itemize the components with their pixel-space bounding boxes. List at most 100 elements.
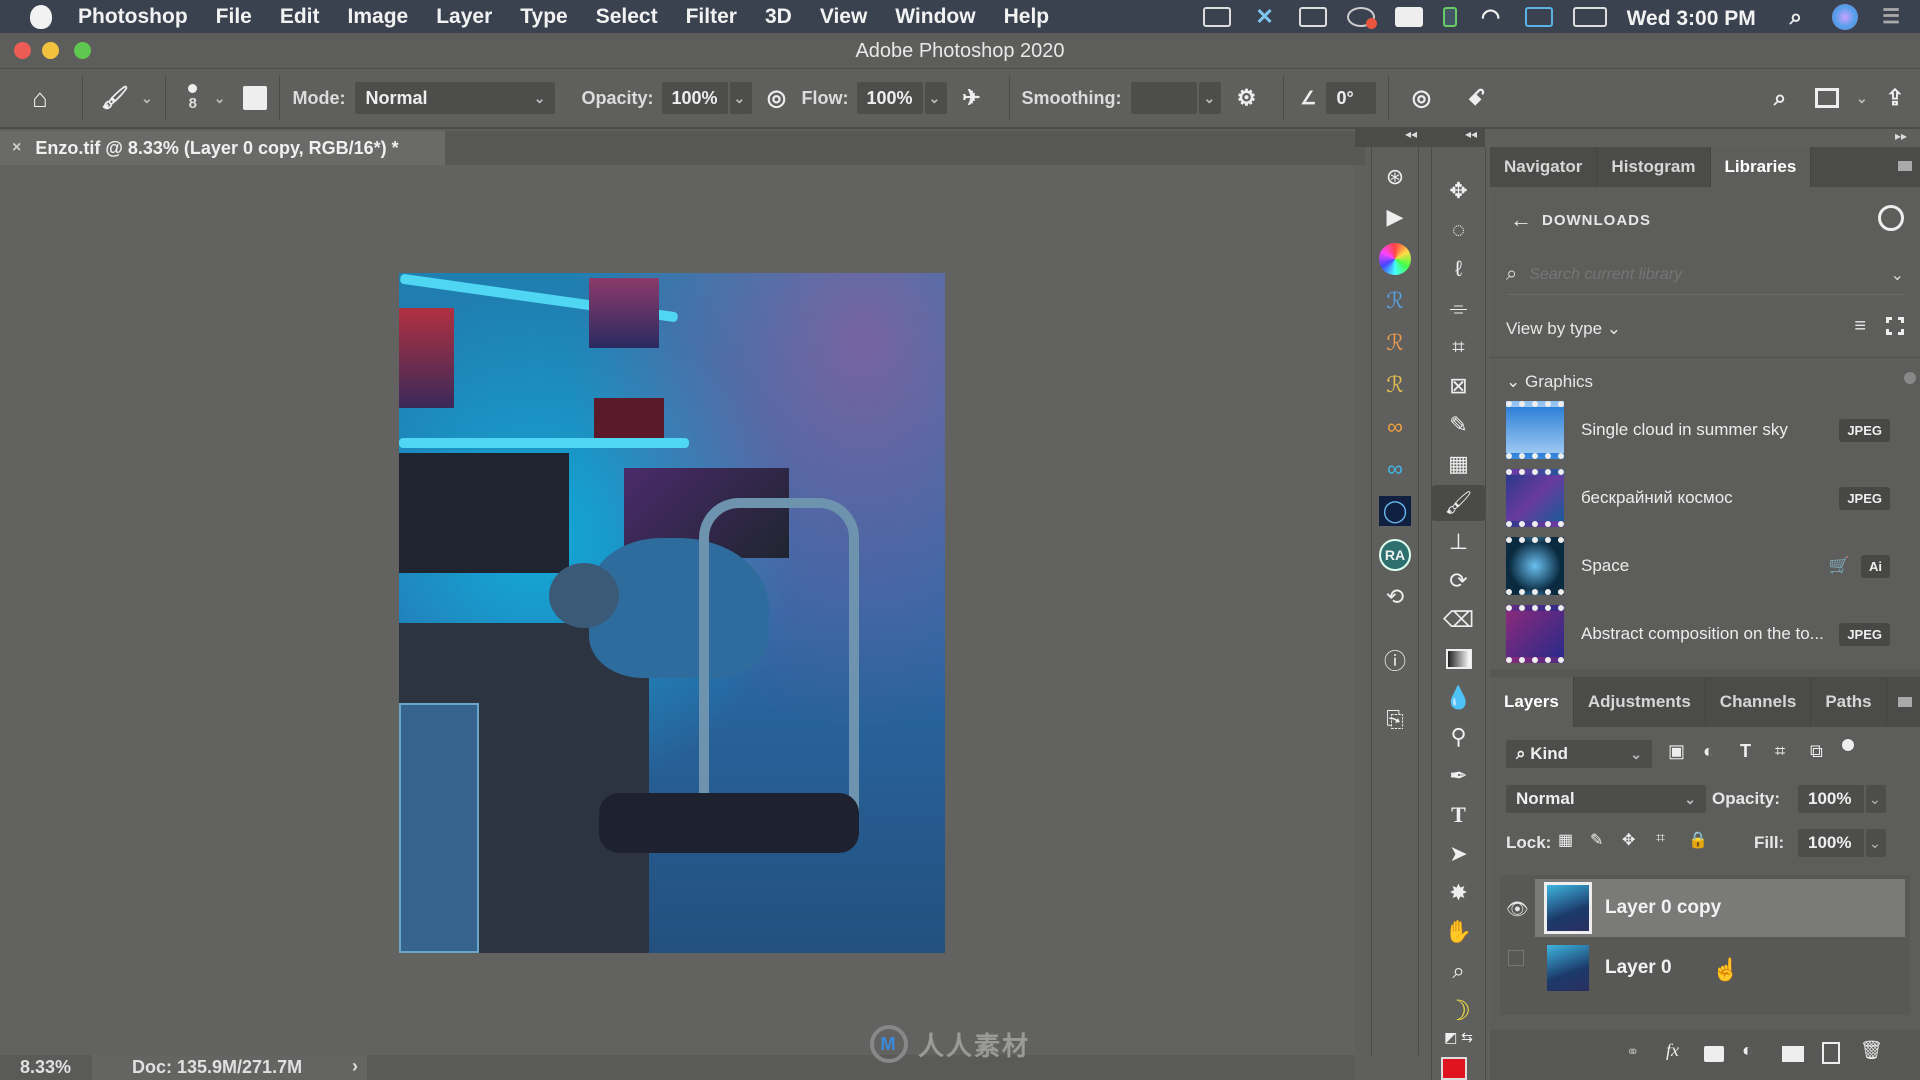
menu-file[interactable]: File (216, 5, 252, 29)
brush-tool-preset-icon[interactable]: 🖌 (95, 85, 135, 111)
apple-icon[interactable] (30, 4, 52, 29)
tab-navigator[interactable]: Navigator (1490, 147, 1598, 187)
lock-position-icon[interactable]: ✥ (1622, 830, 1635, 850)
brush-tool-icon[interactable]: 🖌 (1432, 485, 1485, 521)
cart-icon[interactable]: 🛒 (1829, 556, 1850, 576)
menu-edit[interactable]: Edit (280, 5, 320, 29)
layer-opacity-dropdown[interactable]: ⌄ (1866, 785, 1886, 813)
siri-icon[interactable] (1832, 3, 1859, 30)
zoom-tool-icon[interactable]: ⌕ (1432, 953, 1485, 989)
video-icon[interactable] (1202, 6, 1231, 27)
banana-icon[interactable]: ☽ (1432, 992, 1485, 1028)
menu-app-photoshop[interactable]: Photoshop (78, 5, 188, 29)
layer-row-selected[interactable]: Layer 0 copy (1535, 879, 1905, 937)
tab-histogram[interactable]: Histogram (1597, 147, 1711, 187)
library-item[interactable]: Abstract composition on the to... JPEG (1506, 601, 1906, 667)
opacity-dropdown[interactable]: ⌄ (729, 82, 752, 114)
keyboard-icon[interactable] (1394, 6, 1423, 27)
library-item[interactable]: Single cloud in summer sky JPEG (1506, 397, 1906, 463)
type-tool-icon[interactable]: T (1432, 797, 1485, 833)
smoothing-settings-gear-icon[interactable]: ⚙ (1221, 85, 1271, 111)
doc-size-info[interactable]: Doc: 135.9M/271.7M (132, 1057, 302, 1078)
lock-all-icon[interactable]: 🔒 (1688, 830, 1708, 850)
grid-view-icon[interactable] (1886, 317, 1904, 335)
angle-input[interactable]: 0° (1326, 82, 1377, 114)
layer-filter-kind[interactable]: ⌕ Kind ⌄ (1506, 740, 1652, 768)
new-layer-icon[interactable] (1822, 1042, 1840, 1064)
new-group-icon[interactable] (1782, 1046, 1804, 1062)
info-icon[interactable]: ⓘ (1372, 642, 1418, 678)
library-item[interactable]: Space 🛒 Ai (1506, 533, 1906, 599)
chevron-down-icon[interactable]: ⌄ (214, 90, 226, 107)
hand-tool-icon[interactable]: ✋ (1432, 914, 1485, 950)
pressure-opacity-icon[interactable]: ◎ (752, 85, 802, 111)
wifi-icon[interactable]: ◠ (1477, 5, 1505, 27)
play-icon[interactable]: ▶ (1372, 199, 1418, 235)
view-by-type-dropdown[interactable]: View by type ⌄ (1506, 319, 1621, 339)
tab-adjustments[interactable]: Adjustments (1574, 677, 1706, 727)
sort-icon[interactable]: ≡ (1854, 315, 1866, 338)
tab-paths[interactable]: Paths (1811, 677, 1887, 727)
history-brush-tool-icon[interactable]: ⟳ (1432, 563, 1485, 599)
spotlight-search-icon[interactable]: ⌕ (1790, 4, 1802, 30)
clock[interactable]: Wed 3:00 PM (1627, 7, 1756, 30)
history-icon[interactable]: ⟲ (1372, 579, 1418, 615)
menu-layer[interactable]: Layer (436, 5, 492, 29)
display-icon[interactable] (1298, 6, 1327, 27)
pressure-size-icon[interactable]: ◎ (1401, 85, 1441, 111)
brush-settings-panel-icon[interactable] (243, 86, 268, 110)
share-icon[interactable]: ⊛ (1372, 159, 1418, 195)
scrollbar-thumb[interactable] (1904, 372, 1916, 384)
default-colors-icon[interactable]: ◩ ⇆ (1432, 1027, 1485, 1047)
battery-icon[interactable] (1572, 6, 1607, 27)
document-image[interactable] (399, 273, 945, 953)
creative-cloud-icon[interactable] (1346, 6, 1377, 29)
tab-libraries[interactable]: Libraries (1710, 147, 1812, 187)
menu-image[interactable]: Image (348, 5, 409, 29)
blur-tool-icon[interactable]: 💧 (1432, 680, 1485, 716)
home-icon[interactable]: ⌂ (10, 83, 70, 114)
ra-icon[interactable]: RA (1372, 537, 1418, 573)
close-document-icon[interactable]: × (12, 139, 21, 157)
add-mask-icon[interactable] (1704, 1046, 1724, 1062)
foreground-color-swatch[interactable] (1441, 1057, 1467, 1080)
collapse-left-icon[interactable]: ◂◂ (1465, 127, 1477, 141)
infinity-warm-icon[interactable]: ∞ (1372, 409, 1418, 445)
color-wheel-icon[interactable] (1372, 241, 1418, 277)
shape-tool-icon[interactable]: ✸ (1432, 875, 1485, 911)
menu-view[interactable]: View (820, 5, 867, 29)
opacity-input[interactable]: 100% (661, 82, 728, 114)
filter-adjustment-icon[interactable]: ◐ (1703, 741, 1714, 762)
patch-tool-icon[interactable]: ▦ (1432, 446, 1485, 482)
butterfly-icon[interactable]: ✕ (1251, 5, 1279, 27)
export-icon[interactable]: ⎘ (1372, 702, 1418, 738)
mode-select[interactable]: Normal ⌄ (355, 82, 556, 114)
eraser-tool-icon[interactable]: ⌫ (1432, 602, 1485, 638)
smoothing-dropdown[interactable]: ⌄ (1199, 82, 1222, 114)
battery-app-icon[interactable] (1442, 6, 1457, 27)
notification-center-icon[interactable]: ☰ (1882, 4, 1900, 29)
library-item[interactable]: бескрайний космос JPEG (1506, 465, 1906, 531)
lock-artboard-icon[interactable]: ⌗ (1656, 830, 1665, 848)
search-icon[interactable]: ⌕ (1765, 85, 1795, 111)
marquee-tool-icon[interactable]: ◌ (1432, 212, 1485, 248)
retouch-blue-icon[interactable]: ℛ (1372, 283, 1418, 319)
panel-menu-icon[interactable] (1898, 161, 1912, 171)
zoom-level[interactable]: 8.33% (20, 1057, 71, 1078)
visibility-eye-icon[interactable]: 👁 (1506, 899, 1529, 920)
pen-tool-icon[interactable]: ✒ (1432, 758, 1485, 794)
flow-dropdown[interactable]: ⌄ (924, 82, 947, 114)
lock-pixels-icon[interactable]: ✎ (1590, 830, 1603, 850)
eyedropper-tool-icon[interactable]: ✎ (1432, 407, 1485, 443)
path-select-tool-icon[interactable]: ➤ (1432, 836, 1485, 872)
brush-size-picker[interactable]: 8 (178, 84, 208, 112)
fx-icon[interactable]: fx (1666, 1040, 1679, 1061)
fill-dropdown[interactable]: ⌄ (1866, 829, 1886, 857)
visibility-toggle-off[interactable] (1508, 950, 1524, 966)
airplay-icon[interactable] (1524, 6, 1553, 27)
lock-transparent-icon[interactable]: ▦ (1558, 830, 1573, 850)
tab-layers[interactable]: Layers (1490, 677, 1574, 727)
frame-tool-icon[interactable]: ⊠ (1432, 368, 1485, 404)
menu-window[interactable]: Window (895, 5, 975, 29)
filter-shape-icon[interactable]: ⌗ (1775, 741, 1785, 762)
